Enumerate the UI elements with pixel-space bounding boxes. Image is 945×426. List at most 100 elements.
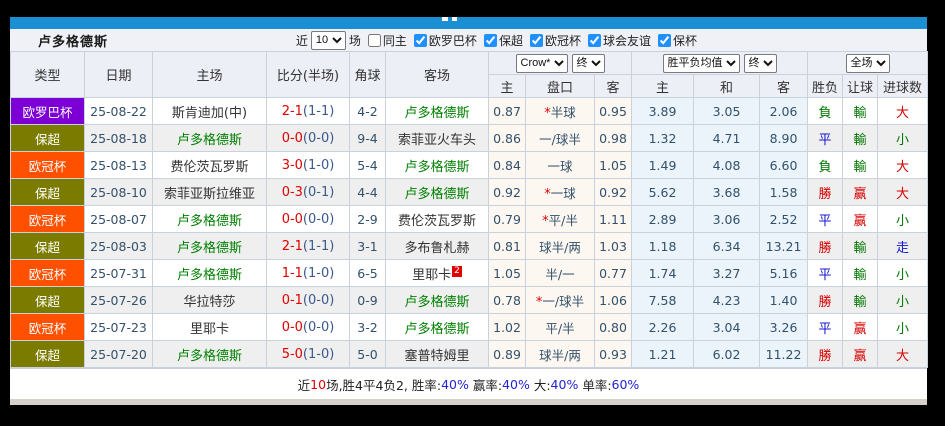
corner-score: 4-2: [349, 97, 386, 125]
result-wdl: 勝: [807, 340, 844, 368]
top-blue-bar: [10, 17, 927, 29]
away-team[interactable]: 索菲亚火车头: [385, 124, 489, 152]
odds-away: 1.11: [593, 205, 633, 233]
home-team[interactable]: 卢多格德斯: [152, 205, 267, 233]
away-team[interactable]: 塞普特姆里: [385, 340, 489, 368]
match-date: 25-07-26: [84, 286, 153, 314]
away-team[interactable]: 卢多格德斯: [385, 151, 489, 179]
away-team[interactable]: 多布鲁札赫: [385, 232, 489, 260]
result-wdl: 勝: [807, 286, 844, 314]
result-wdl: 勝: [807, 178, 844, 206]
handicap-text: 一/球半: [539, 131, 581, 147]
avg-away-odds: 11.22: [759, 340, 809, 368]
handicap-group-header: Crow* 终: [487, 51, 633, 75]
home-team[interactable]: 卢多格德斯: [152, 124, 267, 152]
avg-away-odds: 13.21: [759, 232, 809, 260]
score-cell: 2-1(1-1): [266, 232, 350, 260]
match-date: 25-08-22: [84, 97, 153, 125]
final-select-1[interactable]: 终: [571, 53, 605, 73]
recent-count-select[interactable]: 10: [310, 30, 346, 50]
scope-group-header: 全场: [807, 51, 929, 75]
home-team[interactable]: 费伦茨瓦罗斯: [152, 151, 267, 179]
home-team[interactable]: 索菲亚斯拉维亚: [152, 178, 267, 206]
league-filter-label: 欧罗巴杯: [428, 33, 477, 48]
summary-segment: 40%: [550, 376, 579, 392]
away-team[interactable]: 卢多格德斯: [385, 313, 489, 341]
summary-segment: 40%: [441, 376, 469, 392]
result-goals: 小: [877, 124, 929, 152]
home-team[interactable]: 华拉特莎: [152, 286, 267, 314]
home-team[interactable]: 卢多格德斯: [152, 340, 267, 368]
final-select-2[interactable]: 终: [743, 53, 777, 73]
avg-home-odds: 1.21: [631, 340, 695, 368]
away-team-name: 索菲亚火车头: [397, 132, 476, 148]
avg-away-odds: 5.16: [759, 259, 809, 287]
match-date: 25-07-23: [84, 313, 153, 341]
league-filter-checkbox[interactable]: [413, 33, 427, 47]
league-filter-checkbox[interactable]: [367, 33, 381, 47]
half-score: (0-1): [302, 184, 335, 200]
result-handicap: 輸: [842, 151, 879, 179]
table-row: 欧冠杯 25-07-23 里耶卡 0-0(0-0) 3-2 卢多格德斯 1.02…: [10, 313, 929, 341]
avg-away-odds: 3.26: [759, 313, 809, 341]
wdl-avg-select[interactable]: 胜平负均值: [662, 53, 740, 73]
away-team[interactable]: 卢多格德斯: [385, 286, 489, 314]
recent-suffix: 场: [348, 33, 361, 48]
avg-draw-odds: 4.71: [693, 124, 761, 152]
league-filter[interactable]: 欧冠杯: [523, 32, 581, 49]
summary-bar: 近 10 场,胜4平4负2, 胜率: 40% 赢率: 40% 大: 40% 单率…: [10, 368, 927, 399]
col-away: 客场: [385, 51, 489, 98]
league-badge: 欧冠杯: [10, 205, 85, 233]
avg-draw-odds: 4.23: [693, 286, 761, 314]
league-filter-checkbox[interactable]: [587, 33, 601, 47]
home-team[interactable]: 卢多格德斯: [152, 232, 267, 260]
sub-col-odds-away: 客: [593, 74, 633, 98]
league-filter[interactable]: 保杯: [651, 32, 697, 49]
summary-segment: 大:: [529, 377, 551, 393]
avg-draw-odds: 6.02: [693, 340, 761, 368]
odds-home: 0.78: [488, 286, 526, 314]
handicap-line: 半/一: [525, 259, 595, 287]
handicap-text: 半球: [550, 104, 576, 120]
home-team[interactable]: 斯肯迪加(中): [152, 97, 267, 125]
away-team-name: 卢多格德斯: [404, 321, 470, 337]
table-row: 保超 25-08-03 卢多格德斯 2-1(1-1) 3-1 多布鲁札赫 0.8…: [10, 232, 929, 260]
summary-segment: 场,胜4平4负2, 胜率:: [326, 377, 442, 393]
away-team[interactable]: 卢多格德斯: [385, 178, 489, 206]
league-filter-checkbox[interactable]: [483, 33, 497, 47]
handicap-line: *一球: [525, 178, 595, 206]
handicap-text: 一球: [547, 158, 573, 174]
summary-segment: 40%: [502, 376, 530, 392]
result-wdl: 平: [807, 205, 844, 233]
bookmaker-select[interactable]: Crow*: [515, 53, 568, 73]
sub-col-avg-home: 主: [631, 74, 695, 98]
clipped-text-remnant: [442, 17, 448, 21]
avg-home-odds: 5.62: [631, 178, 695, 206]
result-handicap: 輸: [842, 97, 879, 125]
handicap-text: 半/一: [545, 266, 575, 282]
half-score: (1-0): [302, 157, 335, 173]
league-badge: 保超: [10, 124, 85, 152]
league-filter-checkbox[interactable]: [657, 33, 671, 47]
score-cell: 5-0(1-0): [266, 340, 350, 368]
score-cell: 0-3(0-1): [266, 178, 350, 206]
league-filter-checkbox[interactable]: [529, 33, 543, 47]
avg-draw-odds: 3.05: [693, 97, 761, 125]
result-goals: 大: [877, 97, 929, 125]
league-filter[interactable]: 欧罗巴杯: [407, 32, 477, 49]
scope-select[interactable]: 全场: [845, 53, 890, 73]
away-team[interactable]: 卢多格德斯: [385, 97, 489, 125]
result-handicap: 赢: [842, 205, 879, 233]
match-date: 25-07-31: [84, 259, 153, 287]
corner-score: 5-0: [349, 340, 386, 368]
table-row: 欧冠杯 25-07-31 卢多格德斯 1-1(1-0) 6-5 里耶卡 2 1.0…: [10, 259, 929, 287]
league-filter[interactable]: 同主: [361, 32, 407, 49]
home-team[interactable]: 卢多格德斯: [152, 259, 267, 287]
away-team[interactable]: 里耶卡 2: [385, 259, 489, 287]
league-filter[interactable]: 保超: [477, 32, 523, 49]
away-team[interactable]: 费伦茨瓦罗斯: [385, 205, 489, 233]
avg-draw-odds: 3.04: [693, 313, 761, 341]
result-wdl: 平: [807, 259, 844, 287]
league-filter[interactable]: 球会友谊: [581, 32, 651, 49]
home-team[interactable]: 里耶卡: [152, 313, 267, 341]
